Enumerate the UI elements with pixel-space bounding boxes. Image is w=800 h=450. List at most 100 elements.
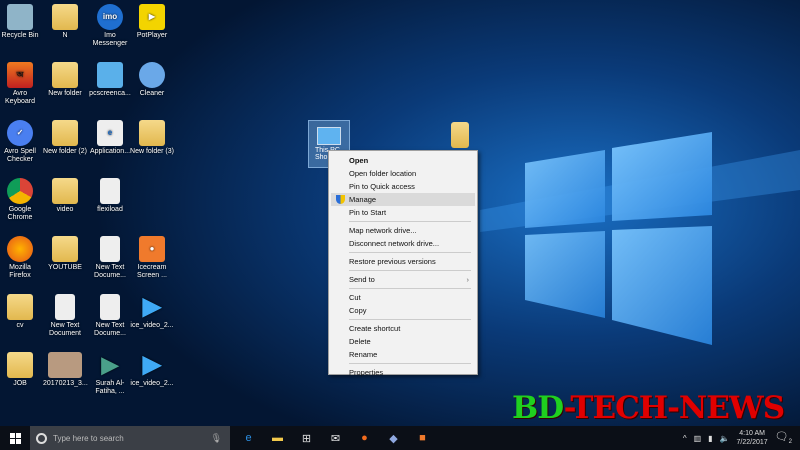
icon-label: Application...	[89, 148, 131, 155]
menu-item-label: Properties	[349, 368, 384, 377]
menu-item-properties[interactable]: Properties	[331, 366, 475, 379]
desktop-icon[interactable]: ▶ PotPlayer	[130, 4, 174, 40]
network-app-icon[interactable]: ◆	[379, 426, 408, 450]
desktop-icon[interactable]: ▶ Surah Al-Fatiha, ...	[88, 352, 132, 396]
menu-item-copy[interactable]: Copy	[331, 304, 475, 317]
start-button[interactable]	[0, 426, 30, 450]
menu-item-map-network-drive[interactable]: Map network drive...	[331, 224, 475, 237]
store-icon[interactable]: ⊞	[292, 426, 321, 450]
menu-item-create-shortcut[interactable]: Create shortcut	[331, 322, 475, 335]
icon-label: New folder (2)	[43, 148, 87, 155]
pc-icon	[97, 62, 123, 88]
menu-item-pin-to-quick-access[interactable]: Pin to Quick access	[331, 180, 475, 193]
menu-item-disconnect-network-drive[interactable]: Disconnect network drive...	[331, 237, 475, 250]
menu-item-label: Cut	[349, 293, 361, 302]
desktop-icon[interactable]: flexiload	[88, 178, 132, 214]
menu-item-label: Open	[349, 156, 369, 165]
desktop-icon[interactable]: ▶ ice_video_2...	[130, 352, 174, 388]
icecream-icon[interactable]: ■	[408, 426, 437, 450]
taskbar: Type here to search 🎙 e ▬ ⊞ ✉ ● ◆ ■ ^ ▥ ▮ 🔈 4:…	[0, 426, 800, 450]
firefox-icon[interactable]: ●	[350, 426, 379, 450]
pdf-icon: e	[97, 120, 123, 146]
desktop-icon[interactable]: Mozilla Firefox	[0, 236, 42, 280]
computer-icon	[317, 127, 341, 145]
shield-icon	[336, 195, 345, 204]
folder-icon	[52, 4, 78, 30]
network-icon[interactable]: ▥	[694, 434, 702, 443]
windows-logo-icon	[9, 432, 21, 444]
desktop-icon[interactable]: New folder (3)	[130, 120, 174, 156]
icon-label: Recycle Bin	[1, 32, 39, 39]
menu-item-restore-previous-versions[interactable]: Restore previous versions	[331, 255, 475, 268]
icon-label: 20170213_3...	[43, 380, 88, 387]
menu-item-send-to[interactable]: Send to ›	[331, 273, 475, 286]
icon-label: flexiload	[97, 206, 123, 213]
cortana-icon	[36, 432, 47, 444]
bin-icon	[7, 4, 33, 30]
edge-icon[interactable]: e	[234, 426, 263, 450]
desktop-icon[interactable]: New folder (2)	[43, 120, 87, 156]
folder-icon	[7, 294, 33, 320]
icon-label: New Text Docume...	[94, 322, 126, 337]
volume-icon[interactable]: 🔈	[720, 434, 730, 443]
action-center-icon[interactable]: 🗨2	[775, 430, 792, 445]
desktop-icon[interactable]: Google Chrome	[0, 178, 42, 222]
folder-icon	[52, 178, 78, 204]
menu-item-label: Pin to Start	[349, 208, 387, 217]
desktop-icon[interactable]: New Text Docume...	[88, 236, 132, 280]
battery-icon[interactable]: ▮	[708, 434, 712, 443]
desktop-icon[interactable]: N	[43, 4, 87, 40]
desktop-icon[interactable]: cv	[0, 294, 42, 330]
desktop-icon[interactable]: ▶ ice_video_2...	[130, 294, 174, 330]
folder-desktop-icon[interactable]	[438, 122, 482, 150]
desktop-icon[interactable]: video	[43, 178, 87, 214]
microphone-icon[interactable]: 🎙	[211, 433, 222, 444]
file-explorer-icon[interactable]: ▬	[263, 426, 292, 450]
desktop-icon[interactable]: Recycle Bin	[0, 4, 42, 40]
desktop-icon[interactable]: অ Avro Keyboard	[0, 62, 42, 106]
menu-item-pin-to-start[interactable]: Pin to Start	[331, 206, 475, 219]
menu-item-open[interactable]: Open	[331, 154, 475, 167]
desktop-icon[interactable]: Cleaner	[130, 62, 174, 98]
menu-item-label: Send to	[349, 275, 375, 284]
folder-icon	[52, 120, 78, 146]
mail-icon[interactable]: ✉	[321, 426, 350, 450]
icon-label: New folder (3)	[130, 148, 174, 155]
desktop-icon[interactable]: imo Imo Messenger	[88, 4, 132, 48]
desktop-icon[interactable]: YOUTUBE	[43, 236, 87, 272]
search-box[interactable]: Type here to search 🎙	[30, 426, 230, 450]
menu-item-delete[interactable]: Delete	[331, 335, 475, 348]
desktop-icon[interactable]: JOB	[0, 352, 42, 388]
imo-icon: imo	[97, 4, 123, 30]
desktop-icon[interactable]: New folder	[43, 62, 87, 98]
folder-icon	[139, 120, 165, 146]
context-menu: Open Open folder location Pin to Quick acc…	[328, 150, 478, 377]
doc-icon	[100, 178, 120, 204]
clock[interactable]: 4:10 AM 7/22/2017	[737, 429, 768, 447]
icon-label: pcscreenca...	[89, 90, 131, 97]
search-placeholder: Type here to search	[53, 433, 124, 443]
desktop-icon[interactable]: pcscreenca...	[88, 62, 132, 98]
desktop-icon[interactable]: New Text Document	[43, 294, 87, 338]
menu-item-label: Disconnect network drive...	[349, 239, 440, 248]
desktop-icon[interactable]: 20170213_3...	[43, 352, 88, 388]
menu-item-label: Copy	[349, 306, 367, 315]
doc-icon	[100, 294, 120, 320]
desktop-icon[interactable]: New Text Docume...	[88, 294, 132, 338]
icon-label: ice_video_2...	[130, 380, 174, 387]
chevron-up-icon[interactable]: ^	[683, 434, 687, 443]
desktop-icon[interactable]: ● Icecream Screen ...	[130, 236, 174, 280]
icon-label: Imo Messenger	[92, 32, 128, 47]
menu-item-manage[interactable]: Manage	[331, 193, 475, 206]
menu-item-label: Delete	[349, 337, 371, 346]
desktop-icon[interactable]: e Application...	[88, 120, 132, 156]
menu-item-rename[interactable]: Rename	[331, 348, 475, 361]
icon-label: cv	[16, 322, 24, 329]
menu-item-label: Open folder location	[349, 169, 417, 178]
firefox-icon	[7, 236, 33, 262]
desktop-icon[interactable]: ✓ Avro Spell Checker	[0, 120, 42, 164]
menu-item-open-folder-location[interactable]: Open folder location	[331, 167, 475, 180]
system-tray: ^ ▥ ▮ 🔈 4:10 AM 7/22/2017 🗨2	[683, 429, 800, 447]
menu-item-cut[interactable]: Cut	[331, 291, 475, 304]
icon-label: New Text Docume...	[94, 264, 126, 279]
